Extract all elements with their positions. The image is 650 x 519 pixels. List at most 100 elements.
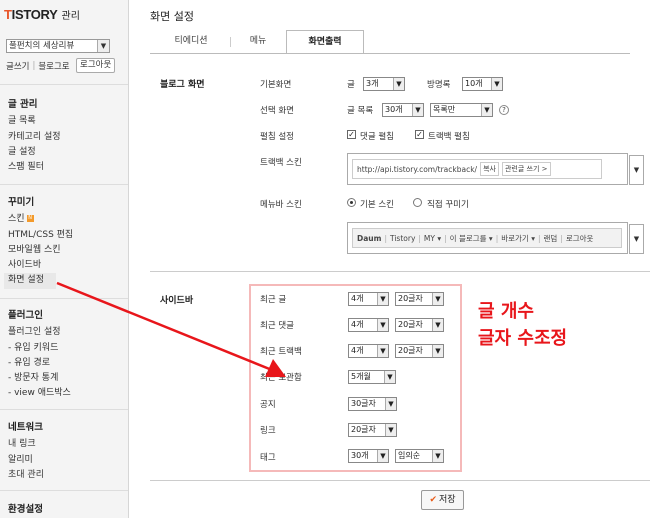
chevron-down-icon: ▼ (412, 104, 423, 116)
menubar-divider: | (495, 233, 499, 243)
sidebar-item-inflow-path[interactable]: - 유입 경로 (8, 356, 71, 371)
recent-comments-count-select[interactable]: 4개 ▼ (348, 318, 389, 332)
menubar-divider: | (444, 233, 447, 243)
recent-posts-label: 최근 글 (260, 295, 287, 305)
chevron-down-icon: ▼ (491, 78, 502, 90)
select-value: 10개 (465, 79, 483, 88)
recent-archive-select[interactable]: 5개월 ▼ (348, 370, 396, 384)
blog-link[interactable]: 블로그로 (38, 60, 69, 72)
sidebar-item-category[interactable]: 카테고리 설정 (8, 130, 61, 145)
sidebar-item-visitor-stats[interactable]: - 방문자 통계 (8, 371, 71, 386)
sidebar-item-sidebar[interactable]: 사이드바 (8, 258, 73, 273)
chevron-down-icon: ▼ (432, 319, 443, 331)
trackback-fold-checkbox[interactable]: ✓ (415, 130, 424, 139)
trackback-skin-dropdown[interactable]: ▼ (629, 155, 644, 185)
sidebar-item-inflow-keyword[interactable]: - 유입 키워드 (8, 341, 71, 356)
sidebar-divider (0, 84, 128, 85)
section-preferences: 환경설정 (8, 502, 43, 519)
chevron-down-icon: ▼ (377, 293, 388, 305)
select-value: 4개 (351, 320, 364, 329)
blog-select[interactable]: 풀펀치의 세상리뷰 ▼ (6, 39, 110, 53)
trackback-skin-box[interactable]: http://api.tistory.com/trackback/ 복사 관련글… (347, 153, 628, 185)
tistory-logo[interactable]: TISTORY 관리 (4, 6, 80, 22)
chevron-down-icon: ▼ (385, 398, 396, 410)
menubar-item: Tistory (389, 233, 416, 243)
check-icon: ✔ (429, 495, 437, 505)
select-value: 3개 (366, 79, 379, 88)
section-decorate: 꾸미기 스킨 N HTML/CSS 편집 모바일웹 스킨 사이드바 화면 설정 (4, 195, 73, 289)
recent-posts-chars-select[interactable]: 20글자 ▼ (395, 292, 444, 306)
sidebar-divider (0, 490, 128, 491)
select-value: 20글자 (398, 294, 423, 303)
list-type-select[interactable]: 목록만 ▼ (430, 103, 493, 117)
select-value: 4개 (351, 294, 364, 303)
trackback-skin-preview: http://api.tistory.com/trackback/ 복사 관련글… (352, 159, 602, 179)
section-post-manage: 글 관리 글 목록 카테고리 설정 글 설정 스팸 필터 (8, 97, 61, 175)
tag-order-select[interactable]: 임의순 ▼ (395, 449, 444, 463)
logo-brand: TISTORY (4, 6, 58, 22)
radio-custom-skin[interactable] (413, 198, 422, 207)
tab-tedition[interactable]: 티에디션 (152, 30, 230, 54)
sidebar-item-spam-filter[interactable]: 스팸 필터 (8, 160, 61, 175)
tab-menu[interactable]: 메뉴 (230, 30, 286, 54)
sidebar-divider (0, 184, 128, 185)
select-value: 목록만 (433, 105, 456, 114)
menubar-divider: | (418, 233, 421, 243)
sidebar-item-label: 스킨 (8, 214, 25, 225)
tab-screen-output[interactable]: 화면출력 (286, 30, 364, 54)
sidebar-item-post-list[interactable]: 글 목록 (8, 114, 61, 129)
sidebar-divider (0, 298, 128, 299)
sidebar-item-post-settings[interactable]: 글 설정 (8, 145, 61, 160)
comment-fold-checkbox[interactable]: ✓ (347, 130, 356, 139)
recent-posts-count-select[interactable]: 4개 ▼ (348, 292, 389, 306)
chevron-down-icon: ▼ (97, 40, 109, 52)
sidebar-item-skin[interactable]: 스킨 N (8, 212, 73, 227)
sidebar-section-title: 사이드바 (160, 296, 194, 306)
select-value: 20글자 (351, 425, 376, 434)
link-chars-select[interactable]: 20글자 ▼ (348, 423, 397, 437)
recent-comments-chars-select[interactable]: 20글자 ▼ (395, 318, 444, 332)
notice-chars-select[interactable]: 30글자 ▼ (348, 397, 397, 411)
sidebar-item-plugin-settings[interactable]: 플러그인 설정 (8, 325, 71, 340)
chevron-down-icon: ▼ (384, 371, 395, 383)
recent-trackbacks-chars-select[interactable]: 20글자 ▼ (395, 344, 444, 358)
help-icon[interactable]: ? (499, 105, 509, 115)
comment-fold-label: 댓글 펼침 (360, 132, 394, 142)
post-count-label: 글 (347, 80, 355, 90)
section-title: 꾸미기 (8, 197, 35, 208)
section-network: 네트워크 내 링크 알리미 초대 관리 (8, 420, 44, 483)
save-button[interactable]: ✔ 저장 (421, 490, 464, 510)
trackback-skin-label: 트랙백 스킨 (260, 158, 302, 168)
sidebar-item-html-css[interactable]: HTML/CSS 편집 (8, 228, 73, 243)
menubar-skin-label: 메뉴바 스킨 (260, 200, 302, 210)
chevron-down-icon: ▼ (481, 104, 492, 116)
post-count-select[interactable]: 3개 ▼ (363, 77, 405, 91)
sidebar-item-my-links[interactable]: 내 링크 (8, 437, 44, 452)
recent-trackbacks-count-select[interactable]: 4개 ▼ (348, 344, 389, 358)
radio-default-skin[interactable] (347, 198, 356, 207)
chevron-down-icon: ▼ (377, 319, 388, 331)
menubar-skin-dropdown[interactable]: ▼ (629, 224, 644, 254)
main-content: 화면 설정 티에디션 메뉴 화면출력 블로그 화면 기본화면 글 3개 ▼ 방명록… (130, 0, 650, 518)
recent-comments-label: 최근 댓글 (260, 321, 294, 331)
annotation-text: 글 개수 글자 수조정 (478, 298, 567, 352)
default-screen-label: 기본화면 (260, 80, 292, 90)
guestbook-select[interactable]: 10개 ▼ (462, 77, 503, 91)
sidebar-item-view-adbox[interactable]: - view 애드박스 (8, 386, 71, 401)
sidebar-item-screen-settings[interactable]: 화면 설정 (4, 273, 56, 289)
logout-button[interactable]: 로그아웃 (76, 58, 116, 73)
menubar-item: 랜덤 (543, 233, 558, 243)
menubar-skin-box[interactable]: Daum | Tistory | MY ▾ | 이 블로그를 ▾ | 바로가기 … (347, 222, 628, 254)
list-count-label: 글 목록 (347, 106, 374, 116)
copy-chip: 복사 (480, 162, 499, 176)
select-value: 5개월 (351, 372, 371, 381)
chevron-down-icon: ▼ (377, 345, 388, 357)
sidebar-item-notifier[interactable]: 알리미 (8, 453, 44, 468)
tag-count-select[interactable]: 30개 ▼ (348, 449, 389, 463)
list-count-select[interactable]: 30개 ▼ (382, 103, 424, 117)
write-link[interactable]: 글쓰기 (6, 60, 29, 72)
sidebar-item-mobile-skin[interactable]: 모바일웹 스킨 (8, 243, 73, 258)
section-title[interactable]: 환경설정 (8, 502, 43, 517)
select-value: 20글자 (398, 346, 423, 355)
sidebar-item-invites[interactable]: 초대 관리 (8, 468, 44, 483)
